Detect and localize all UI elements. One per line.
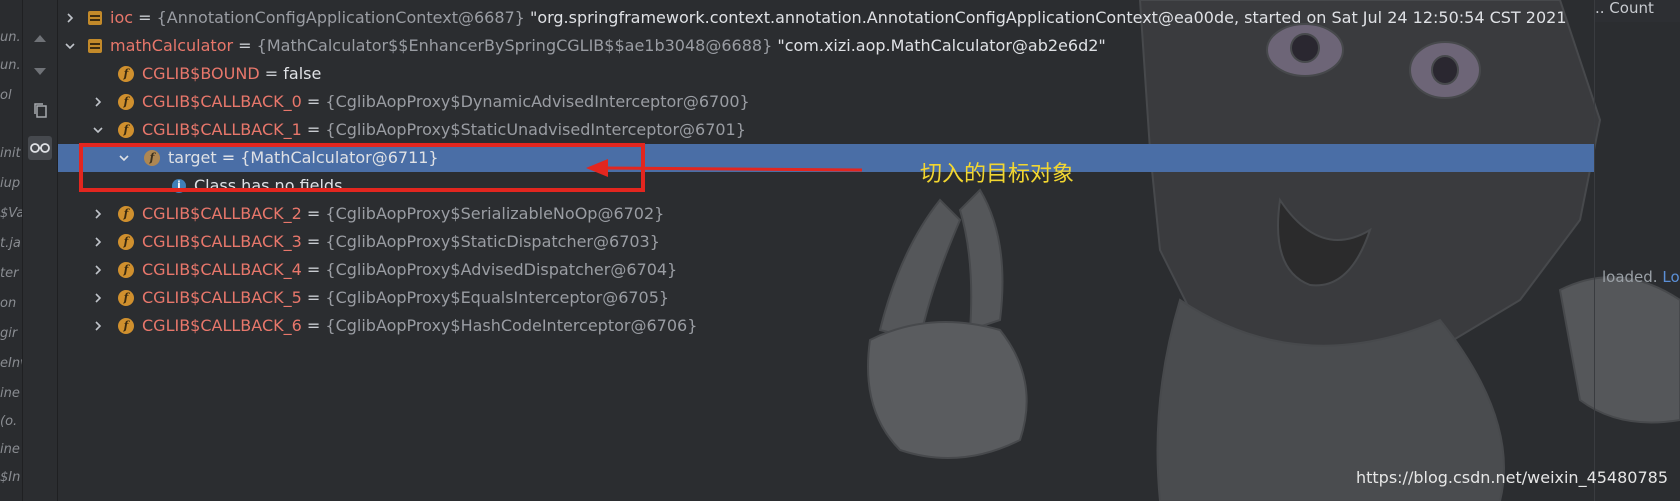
variable-row-ioc[interactable]: ioc = {AnnotationConfigApplicationContex… [58,4,1594,32]
loaded-text: loaded. [1602,268,1658,286]
glasses-icon[interactable] [28,136,52,160]
chevron-right-icon[interactable] [92,208,104,220]
chevron-right-icon[interactable] [92,96,104,108]
equals-sign: = [306,288,321,307]
variable-name: CGLIB$CALLBACK_6 [142,316,302,335]
variable-name: mathCalculator [110,36,234,55]
frame-fragment[interactable]: un. [0,58,21,73]
equals-sign: = [306,260,321,279]
variable-type: {AnnotationConfigApplicationContext@6687… [156,8,525,27]
variable-value: "org.springframework.context.annotation.… [529,8,1567,27]
variable-value: false [283,64,322,83]
frame-fragment[interactable]: t.ja [0,236,21,251]
annotation-box [79,143,645,192]
variable-type: {CglibAopProxy$SerializableNoOp@6702} [325,204,665,223]
frame-fragment[interactable]: gir [0,326,17,341]
variable-row-callback-2[interactable]: f CGLIB$CALLBACK_2 = {CglibAopProxy$Seri… [58,200,1594,228]
variable-row-callback-4[interactable]: f CGLIB$CALLBACK_4 = {CglibAopProxy$Advi… [58,256,1594,284]
watermark: https://blog.csdn.net/weixin_45480785 [1355,468,1668,487]
frame-fragment[interactable]: ol [0,88,12,103]
frame-fragment[interactable]: ine [0,386,20,401]
chevron-right-icon[interactable] [92,264,104,276]
variable-name: CGLIB$CALLBACK_2 [142,204,302,223]
variable-name: CGLIB$CALLBACK_3 [142,232,302,251]
chevron-down-icon[interactable] [92,124,104,136]
equals-sign: = [306,92,321,111]
field-icon: f [118,262,134,278]
frame-fragment[interactable]: on [0,296,16,311]
variable-type: {CglibAopProxy$StaticDispatcher@6703} [325,232,660,251]
frame-fragment[interactable]: (o. [0,414,17,429]
variable-name: CGLIB$CALLBACK_5 [142,288,302,307]
count-column-header[interactable]: .. Count [1595,0,1680,22]
equals-sign: = [306,316,321,335]
variable-name: CGLIB$CALLBACK_1 [142,120,302,139]
annotation-label: 切入的目标对象 [920,162,1075,187]
static-field-icon [88,39,102,53]
frames-panel-edge: un. un. ol init iup $Va t.ja ter on gir … [0,0,23,501]
field-icon: f [118,122,134,138]
variable-value: "com.xizi.aop.MathCalculator@ab2e6d2" [777,36,1106,55]
load-link[interactable]: Lo [1662,268,1679,286]
frame-fragment[interactable]: init [0,146,21,161]
frame-fragment[interactable]: eInv [0,356,22,371]
field-icon: f [118,234,134,250]
variable-row-cglib-bound[interactable]: f CGLIB$BOUND = false [58,60,1594,88]
variable-row-callback-5[interactable]: f CGLIB$CALLBACK_5 = {CglibAopProxy$Equa… [58,284,1594,312]
variable-row-callback-1[interactable]: f CGLIB$CALLBACK_1 = {CglibAopProxy$Stat… [58,116,1594,144]
frame-fragment[interactable]: $Va [0,206,22,221]
chevron-right-icon[interactable] [92,292,104,304]
field-icon: f [118,206,134,222]
variable-type: {CglibAopProxy$StaticUnadvisedIntercepto… [325,120,746,139]
variable-type: {CglibAopProxy$AdvisedDispatcher@6704} [325,260,678,279]
variable-name: CGLIB$BOUND [142,64,260,83]
static-field-icon [88,11,102,25]
frame-fragment[interactable]: $In [0,470,20,485]
equals-sign: = [264,64,279,83]
annotation-arrow [586,159,863,177]
variable-type: {CglibAopProxy$DynamicAdvisedInterceptor… [325,92,750,111]
equals-sign: = [138,8,152,27]
variable-name: ioc [110,8,134,27]
variable-name: CGLIB$CALLBACK_0 [142,92,302,111]
variable-row-mathcalculator[interactable]: mathCalculator = {MathCalculator$$Enhanc… [58,32,1594,60]
variable-name: CGLIB$CALLBACK_4 [142,260,302,279]
equals-sign: = [238,36,252,55]
variable-type: {MathCalculator$$EnhancerBySpringCGLIB$$… [256,36,773,55]
right-panel: .. Count [1594,0,1680,501]
variable-row-callback-3[interactable]: f CGLIB$CALLBACK_3 = {CglibAopProxy$Stat… [58,228,1594,256]
field-icon: f [118,66,134,82]
variable-row-callback-6[interactable]: f CGLIB$CALLBACK_6 = {CglibAopProxy$Hash… [58,312,1594,340]
loaded-status: loaded. Lo [1602,268,1680,286]
debugger-toolbar [23,0,58,501]
variable-type: {CglibAopProxy$HashCodeInterceptor@6706} [325,316,698,335]
field-icon: f [118,318,134,334]
field-icon: f [118,290,134,306]
chevron-right-icon[interactable] [64,12,76,24]
chevron-right-icon[interactable] [92,236,104,248]
equals-sign: = [306,120,321,139]
frame-fragment[interactable]: ine [0,442,20,457]
variable-row-callback-0[interactable]: f CGLIB$CALLBACK_0 = {CglibAopProxy$Dyna… [58,88,1594,116]
copy-icon[interactable] [28,98,52,122]
equals-sign: = [306,204,321,223]
variables-tree: ioc = {AnnotationConfigApplicationContex… [58,0,1594,501]
arrow-down-icon[interactable] [28,60,52,84]
field-icon: f [118,94,134,110]
equals-sign: = [306,232,321,251]
arrow-up-icon[interactable] [28,26,52,50]
frame-fragment[interactable]: un. [0,30,21,45]
variable-type: {CglibAopProxy$EqualsInterceptor@6705} [325,288,670,307]
frame-fragment[interactable]: ter [0,266,18,281]
chevron-down-icon[interactable] [64,40,76,52]
frame-fragment[interactable]: iup [0,176,20,191]
chevron-right-icon[interactable] [92,320,104,332]
